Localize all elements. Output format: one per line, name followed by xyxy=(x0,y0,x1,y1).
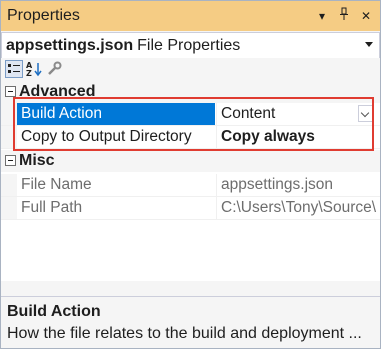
collapse-icon[interactable] xyxy=(5,155,16,166)
pin-icon[interactable] xyxy=(336,7,352,25)
close-icon[interactable]: ✕ xyxy=(358,7,374,25)
alphabetical-icon[interactable]: A Z xyxy=(25,60,43,78)
title-bar[interactable]: Properties ▾ ✕ xyxy=(1,1,380,31)
category-label: Misc xyxy=(19,152,55,169)
selected-object-type: File Properties xyxy=(137,37,241,54)
property-row-copy-to-output[interactable]: Copy to Output Directory Copy always xyxy=(1,126,380,149)
property-value[interactable]: Copy always xyxy=(217,126,380,148)
row-margin xyxy=(1,103,17,125)
property-name: Full Path xyxy=(21,199,83,216)
collapse-icon[interactable] xyxy=(5,86,16,97)
category-label: Advanced xyxy=(19,83,96,100)
description-pane: Build Action How the file relates to the… xyxy=(1,296,380,348)
category-misc[interactable]: Misc xyxy=(1,150,380,172)
svg-text:Z: Z xyxy=(26,69,32,78)
property-grid: Advanced Build Action Content Copy to Ou… xyxy=(1,81,380,281)
property-name: Copy to Output Directory xyxy=(21,128,192,145)
property-row-file-name[interactable]: File Name appsettings.json xyxy=(1,174,380,197)
object-selector[interactable]: appsettings.json File Properties xyxy=(1,32,380,59)
property-value[interactable]: Content xyxy=(217,103,380,125)
window-title: Properties xyxy=(7,7,80,24)
properties-window: Properties ▾ ✕ appsettings.json File Prop… xyxy=(0,0,381,349)
category-advanced[interactable]: Advanced xyxy=(1,81,380,103)
property-name: File Name xyxy=(21,176,92,193)
property-value[interactable]: C:\Users\Tony\Source\ xyxy=(217,197,380,219)
categorized-icon[interactable] xyxy=(5,60,23,78)
description-text: How the file relates to the build and de… xyxy=(7,325,362,342)
value-dropdown-button[interactable] xyxy=(358,105,374,122)
row-margin xyxy=(1,174,17,196)
row-margin xyxy=(1,126,17,148)
property-row-build-action[interactable]: Build Action Content xyxy=(1,103,380,126)
description-title: Build Action xyxy=(7,303,101,320)
property-name: Build Action xyxy=(17,103,215,125)
properties-toolbar: A Z xyxy=(1,58,380,80)
selected-object-label: appsettings.json File Properties xyxy=(6,37,240,55)
selected-file-name: appsettings.json xyxy=(6,37,134,54)
wrench-icon[interactable] xyxy=(45,60,63,78)
chevron-down-icon[interactable] xyxy=(365,42,373,47)
property-row-full-path[interactable]: Full Path C:\Users\Tony\Source\ xyxy=(1,197,380,220)
row-margin xyxy=(1,197,17,219)
property-value[interactable]: appsettings.json xyxy=(217,174,380,196)
window-position-dropdown-icon[interactable]: ▾ xyxy=(314,7,330,25)
